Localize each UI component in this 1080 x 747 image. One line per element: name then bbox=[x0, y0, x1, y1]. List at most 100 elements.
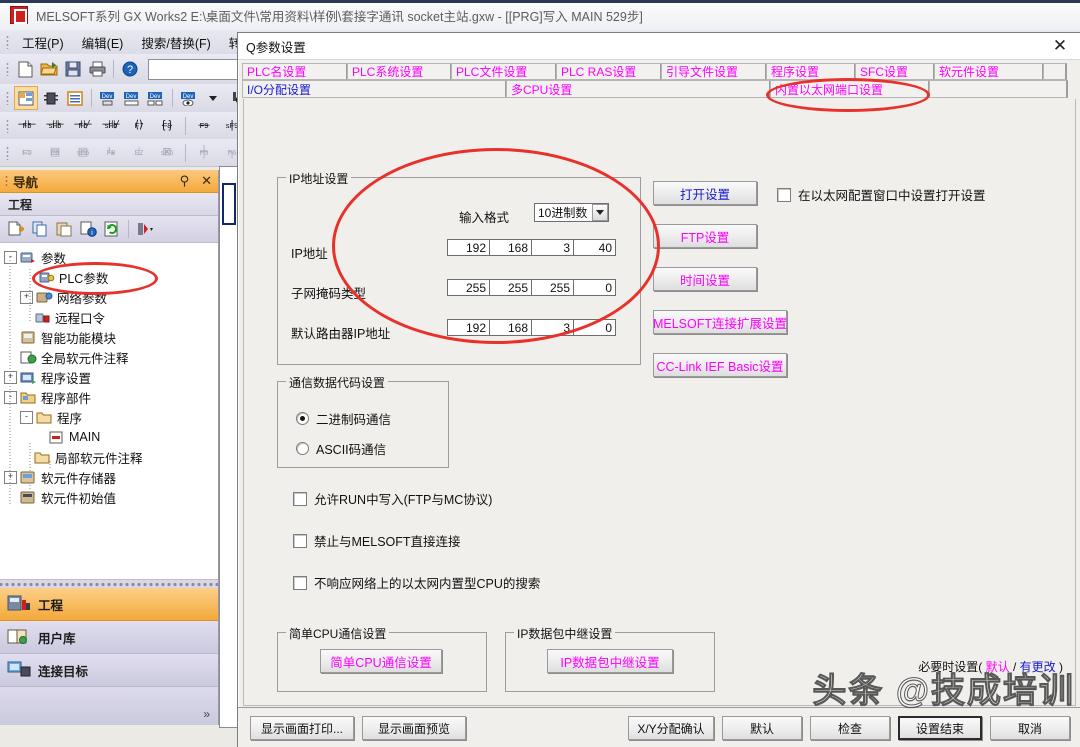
tab-overflow[interactable] bbox=[1043, 63, 1067, 80]
module-icon[interactable] bbox=[40, 87, 62, 109]
input-format-select[interactable]: 10进制数 bbox=[534, 203, 609, 222]
ladder-icon[interactable] bbox=[64, 87, 86, 109]
fkey-button-4[interactable]: ⟨⟩ F7 bbox=[126, 113, 152, 138]
help-icon[interactable]: ? bbox=[119, 58, 141, 80]
project-tree-icon[interactable] bbox=[14, 86, 38, 110]
fkey-button-3[interactable]: ⊣⊮ sF6 bbox=[98, 113, 124, 138]
subnet-octet-4[interactable]: 0 bbox=[573, 279, 616, 296]
ip-octet-4[interactable]: 40 bbox=[573, 239, 616, 256]
cancel-button[interactable]: 取消 bbox=[990, 716, 1070, 740]
check-button[interactable]: 检查 bbox=[810, 716, 890, 740]
tab-plc-name[interactable]: PLC名设置 bbox=[242, 63, 348, 80]
fkey2-button-6[interactable]: ┼ F5 bbox=[191, 140, 217, 165]
chevron-double-right-icon[interactable]: » bbox=[203, 707, 210, 721]
tab-program[interactable]: 程序设置 bbox=[766, 63, 856, 80]
device-list-icon[interactable]: Dev bbox=[121, 87, 143, 109]
open-setting-in-ethernet-config-checkbox[interactable]: 在以太网配置窗口中设置打开设置 bbox=[777, 185, 986, 204]
ftp-setting-button[interactable]: FTP设置 bbox=[653, 224, 757, 248]
radio-ascii-code[interactable]: ASCII码通信 bbox=[296, 439, 386, 458]
tab-row-2: I/O分配设置 多CPU设置 内置以太网端口设置 bbox=[242, 80, 1077, 98]
tab-device[interactable]: 软元件设置 bbox=[934, 63, 1044, 80]
chevron-down-icon[interactable] bbox=[592, 204, 608, 221]
save-icon[interactable] bbox=[62, 58, 84, 80]
disable-melsoft-direct-connection-checkbox[interactable]: 禁止与MELSOFT直接连接 bbox=[293, 531, 461, 550]
new-project-icon[interactable] bbox=[5, 218, 27, 240]
new-file-icon[interactable] bbox=[14, 58, 36, 80]
refresh-icon[interactable] bbox=[101, 218, 123, 240]
tab-boot-file[interactable]: 引导文件设置 bbox=[661, 63, 767, 80]
melsoft-connection-extend-button[interactable]: MELSOFT连接扩展设置 bbox=[653, 310, 787, 334]
device-find-icon[interactable]: Dev bbox=[97, 87, 119, 109]
radio-dot[interactable] bbox=[296, 442, 309, 455]
menu-item-edit[interactable]: 编辑(E) bbox=[73, 30, 133, 55]
router-octet-4[interactable]: 0 bbox=[573, 319, 616, 336]
fkey-button-6[interactable]: — F9 bbox=[191, 113, 217, 138]
tab-plc-file[interactable]: PLC文件设置 bbox=[451, 63, 557, 80]
open-folder-icon[interactable] bbox=[38, 58, 60, 80]
fkey2-button-1[interactable]: ▤ F6 bbox=[42, 140, 68, 165]
preview-screen-button[interactable]: 显示画面预览 bbox=[362, 716, 466, 740]
no-response-to-search-checkbox[interactable]: 不响应网络上的以太网内置型CPU的搜索 bbox=[293, 573, 540, 592]
project-tree[interactable]: - 参数 PLC参数 + 网络参数 远程口令 智能功能模块 全局软元件注释 + … bbox=[0, 243, 218, 579]
tab-multi-cpu[interactable]: 多CPU设置 bbox=[506, 80, 771, 98]
ip-octet-2[interactable]: 168 bbox=[489, 239, 532, 256]
chevron-down-icon-2[interactable] bbox=[202, 87, 224, 109]
simple-cpu-comm-button[interactable]: 简单CPU通信设置 bbox=[320, 649, 442, 673]
close-icon[interactable]: ✕ bbox=[1039, 34, 1080, 59]
fkey2-button-3[interactable]: ↳ F8 bbox=[98, 140, 124, 165]
stack-button-user-library[interactable]: 用户库 bbox=[0, 621, 218, 654]
navigation-overflow[interactable]: » bbox=[0, 687, 218, 725]
paste-icon[interactable] bbox=[53, 218, 75, 240]
ip-address-group-title: IP地址设置 bbox=[286, 170, 352, 187]
properties-icon[interactable]: i bbox=[77, 218, 99, 240]
allow-write-in-run-checkbox[interactable]: 允许RUN中写入(FTP与MC协议) bbox=[293, 489, 492, 508]
checkbox-box[interactable] bbox=[293, 575, 307, 590]
tab-builtin-ethernet-port[interactable]: 内置以太网端口设置 bbox=[770, 80, 930, 98]
fkey-button-1[interactable]: ⊣⊩ sF5 bbox=[42, 113, 68, 138]
xy-assignment-confirm-button[interactable]: X/Y分配确认 bbox=[628, 716, 714, 740]
router-octet-3[interactable]: 3 bbox=[531, 319, 574, 336]
fkey-button-2[interactable]: ⊣⊬ F6 bbox=[70, 113, 96, 138]
stack-button-connection-target[interactable]: 连接目标 bbox=[0, 654, 218, 687]
checkbox-box[interactable] bbox=[293, 491, 307, 506]
fkey-button-0[interactable]: ⊣⊢ F5 bbox=[14, 113, 40, 138]
stack-button-project[interactable]: 工程 bbox=[0, 588, 218, 621]
radio-binary-code[interactable]: 二进制码通信 bbox=[296, 409, 391, 428]
menu-item-project[interactable]: 工程(P) bbox=[13, 30, 73, 55]
router-octet-1[interactable]: 192 bbox=[447, 319, 490, 336]
ip-octet-1[interactable]: 192 bbox=[447, 239, 490, 256]
menu-item-search-replace[interactable]: 搜索/替换(F) bbox=[132, 30, 219, 55]
fkey2-button-0[interactable]: ▭ F5 bbox=[14, 140, 40, 165]
checkbox-box[interactable] bbox=[293, 533, 307, 548]
radio-dot[interactable] bbox=[296, 412, 309, 425]
pin-icon[interactable]: ⚲ bbox=[174, 173, 196, 189]
setting-end-button[interactable]: 设置结束 bbox=[898, 716, 982, 740]
tab-io-assignment[interactable]: I/O分配设置 bbox=[242, 80, 507, 98]
ip-packet-relay-button[interactable]: IP数据包中继设置 bbox=[547, 649, 673, 673]
checkbox-box[interactable] bbox=[777, 187, 791, 202]
default-button[interactable]: 默认 bbox=[722, 716, 802, 740]
view-filter-icon[interactable] bbox=[134, 218, 156, 240]
navigation-splitter[interactable] bbox=[0, 579, 218, 588]
fkey2-button-2[interactable]: ▤ sF6 bbox=[70, 140, 96, 165]
fkey-button-5[interactable]: { } F8 bbox=[154, 113, 180, 138]
fkey2-button-5[interactable]: ⊠ sF5 bbox=[154, 140, 180, 165]
subnet-octet-1[interactable]: 255 bbox=[447, 279, 490, 296]
subnet-octet-2[interactable]: 255 bbox=[489, 279, 532, 296]
close-icon[interactable]: ✕ bbox=[195, 173, 218, 189]
tab-sfc[interactable]: SFC设置 bbox=[855, 63, 935, 80]
print-icon[interactable] bbox=[86, 58, 108, 80]
open-setting-button[interactable]: 打开设置 bbox=[653, 181, 757, 205]
device-batch-icon[interactable]: Dev bbox=[145, 87, 167, 109]
time-setting-button[interactable]: 时间设置 bbox=[653, 267, 757, 291]
device-monitor-icon[interactable]: Dev bbox=[178, 87, 200, 109]
cclink-ief-basic-button[interactable]: CC-Link IEF Basic设置 bbox=[653, 353, 787, 377]
subnet-octet-3[interactable]: 255 bbox=[531, 279, 574, 296]
fkey2-button-4[interactable]: ⊥ F7 bbox=[126, 140, 152, 165]
tab-plc-ras[interactable]: PLC RAS设置 bbox=[556, 63, 662, 80]
tab-plc-system[interactable]: PLC系统设置 bbox=[347, 63, 452, 80]
router-octet-2[interactable]: 168 bbox=[489, 319, 532, 336]
ip-octet-3[interactable]: 3 bbox=[531, 239, 574, 256]
copy-icon[interactable] bbox=[29, 218, 51, 240]
print-screen-button[interactable]: 显示画面打印... bbox=[250, 716, 354, 740]
